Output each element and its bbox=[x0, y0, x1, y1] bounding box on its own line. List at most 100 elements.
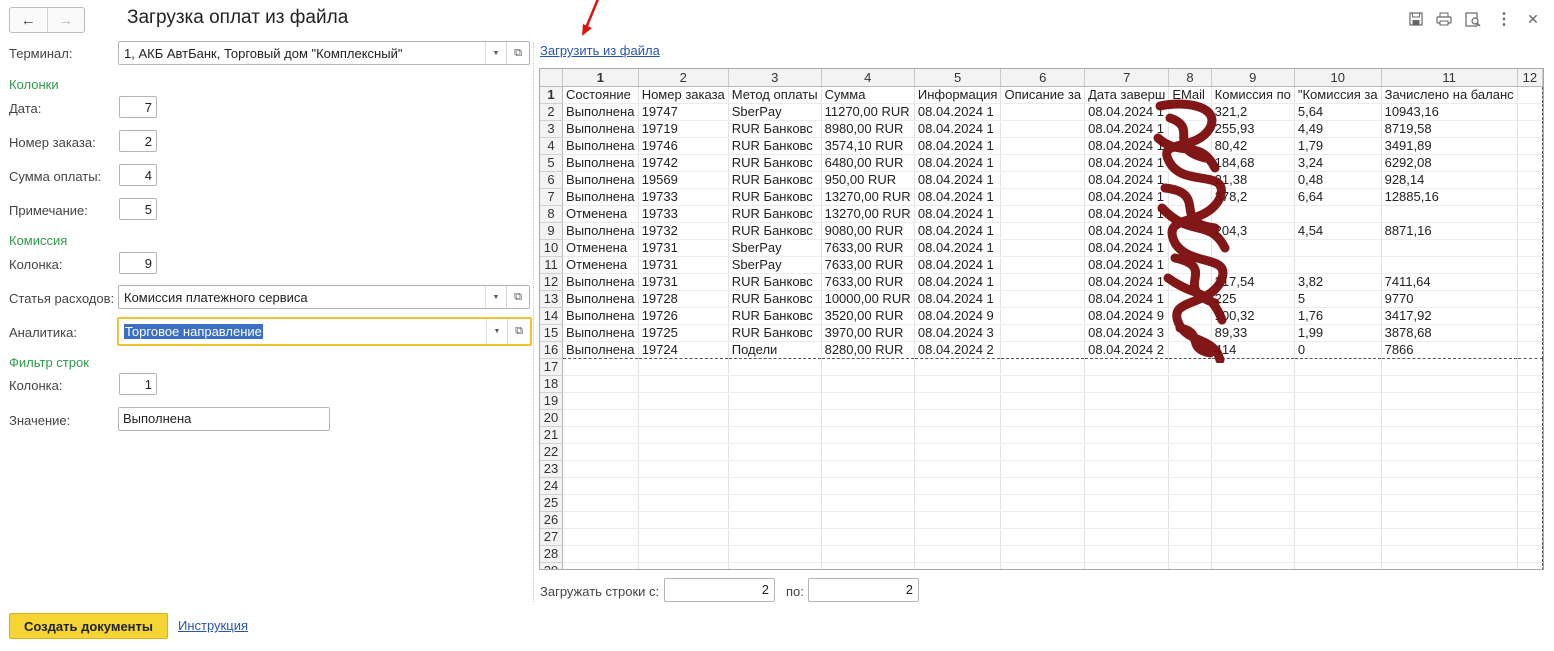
table-cell[interactable]: 08.04.2024 1 bbox=[914, 103, 1002, 121]
table-cell[interactable] bbox=[1517, 239, 1543, 257]
table-cell[interactable] bbox=[638, 358, 729, 376]
table-cell[interactable]: RUR Банковс bbox=[728, 171, 822, 189]
table-cell[interactable]: Отменена bbox=[562, 205, 639, 223]
table-cell[interactable]: "Комиссия за bbox=[1294, 86, 1382, 104]
table-cell[interactable] bbox=[1517, 137, 1543, 155]
table-cell[interactable] bbox=[1294, 562, 1382, 569]
table-cell[interactable] bbox=[1517, 443, 1543, 461]
table-cell[interactable]: Выполнена bbox=[562, 154, 639, 172]
row-number[interactable]: 2 bbox=[540, 103, 564, 121]
table-cell[interactable]: 928,14 bbox=[1381, 171, 1518, 189]
table-cell[interactable] bbox=[1517, 562, 1543, 569]
table-cell[interactable] bbox=[638, 460, 729, 478]
column-header[interactable]: 9 bbox=[1211, 69, 1295, 87]
note-column-input[interactable]: 5 bbox=[119, 198, 157, 220]
table-cell[interactable]: RUR Банковс bbox=[728, 120, 822, 138]
table-cell[interactable]: RUR Банковс bbox=[728, 137, 822, 155]
table-cell[interactable]: 0,48 bbox=[1294, 171, 1382, 189]
table-cell[interactable] bbox=[728, 545, 822, 563]
table-cell[interactable] bbox=[1517, 188, 1543, 206]
table-cell[interactable]: 1,76 bbox=[1294, 307, 1382, 325]
row-number[interactable]: 18 bbox=[540, 375, 564, 393]
table-cell[interactable]: Выполнена bbox=[562, 171, 639, 189]
table-cell[interactable] bbox=[1517, 205, 1543, 223]
load-rows-to-input[interactable]: 2 bbox=[808, 578, 919, 602]
table-cell[interactable] bbox=[1381, 358, 1518, 376]
table-cell[interactable] bbox=[1000, 341, 1086, 359]
table-cell[interactable] bbox=[914, 562, 1002, 569]
load-rows-from-input[interactable]: 2 bbox=[664, 578, 775, 602]
table-cell[interactable]: 6292,08 bbox=[1381, 154, 1518, 172]
table-cell[interactable]: 5,64 bbox=[1294, 103, 1382, 121]
table-cell[interactable] bbox=[1211, 409, 1295, 427]
table-cell[interactable] bbox=[1517, 273, 1543, 291]
table-cell[interactable]: SberPay bbox=[728, 103, 822, 121]
table-cell[interactable] bbox=[1294, 545, 1382, 563]
table-cell[interactable]: 4,54 bbox=[1294, 222, 1382, 240]
table-cell[interactable]: Выполнена bbox=[562, 188, 639, 206]
table-cell[interactable] bbox=[638, 443, 729, 461]
table-cell[interactable] bbox=[562, 443, 639, 461]
row-number[interactable]: 9 bbox=[540, 222, 564, 240]
table-cell[interactable] bbox=[1211, 545, 1295, 563]
table-cell[interactable] bbox=[728, 426, 822, 444]
table-cell[interactable] bbox=[1000, 358, 1086, 376]
table-cell[interactable] bbox=[1000, 511, 1086, 529]
table-cell[interactable]: SberPay bbox=[728, 256, 822, 274]
table-cell[interactable]: 19747 bbox=[638, 103, 729, 121]
table-cell[interactable] bbox=[1000, 324, 1086, 342]
table-cell[interactable]: 08.04.2024 1 bbox=[914, 154, 1002, 172]
table-cell[interactable]: 3,24 bbox=[1294, 154, 1382, 172]
table-cell[interactable] bbox=[821, 528, 915, 546]
table-cell[interactable]: 19725 bbox=[638, 324, 729, 342]
table-cell[interactable] bbox=[1517, 494, 1543, 512]
commission-column-input[interactable]: 9 bbox=[119, 252, 157, 274]
table-cell[interactable]: RUR Банковс bbox=[728, 307, 822, 325]
table-cell[interactable] bbox=[1000, 103, 1086, 121]
table-cell[interactable] bbox=[821, 562, 915, 569]
table-cell[interactable]: Выполнена bbox=[562, 273, 639, 291]
table-cell[interactable] bbox=[1517, 409, 1543, 427]
table-cell[interactable] bbox=[1211, 511, 1295, 529]
table-cell[interactable]: 8280,00 RUR bbox=[821, 341, 915, 359]
table-cell[interactable] bbox=[1084, 477, 1170, 495]
table-cell[interactable]: 13270,00 RUR bbox=[821, 205, 915, 223]
table-cell[interactable] bbox=[1381, 511, 1518, 529]
column-header[interactable]: 2 bbox=[638, 69, 729, 87]
table-cell[interactable] bbox=[1084, 375, 1170, 393]
table-cell[interactable] bbox=[1517, 120, 1543, 138]
row-number[interactable]: 3 bbox=[540, 120, 564, 138]
table-cell[interactable] bbox=[1211, 443, 1295, 461]
table-cell[interactable]: 10943,16 bbox=[1381, 103, 1518, 121]
table-cell[interactable]: 3574,10 RUR bbox=[821, 137, 915, 155]
table-cell[interactable] bbox=[728, 443, 822, 461]
table-cell[interactable] bbox=[914, 443, 1002, 461]
table-cell[interactable] bbox=[914, 460, 1002, 478]
column-header[interactable]: 3 bbox=[728, 69, 822, 87]
table-cell[interactable]: 11270,00 RUR bbox=[821, 103, 915, 121]
spreadsheet[interactable]: 1 2 3 4 5 6 7 8 9 10 11 12 1 Состояние Номер заказа Мет… bbox=[539, 68, 1544, 570]
table-cell[interactable] bbox=[1517, 477, 1543, 495]
instruction-link[interactable]: Инструкция bbox=[178, 618, 248, 633]
table-cell[interactable] bbox=[1211, 392, 1295, 410]
table-cell[interactable] bbox=[1381, 239, 1518, 257]
table-cell[interactable] bbox=[1084, 494, 1170, 512]
table-cell[interactable]: 19728 bbox=[638, 290, 729, 308]
table-cell[interactable] bbox=[1381, 205, 1518, 223]
row-number[interactable]: 17 bbox=[540, 358, 564, 376]
table-cell[interactable] bbox=[1168, 511, 1212, 529]
table-cell[interactable] bbox=[1381, 460, 1518, 478]
row-number[interactable]: 6 bbox=[540, 171, 564, 189]
table-cell[interactable] bbox=[914, 511, 1002, 529]
table-cell[interactable] bbox=[1517, 171, 1543, 189]
table-cell[interactable] bbox=[914, 545, 1002, 563]
table-cell[interactable]: 9080,00 RUR bbox=[821, 222, 915, 240]
table-cell[interactable] bbox=[638, 375, 729, 393]
table-cell[interactable]: 1,79 bbox=[1294, 137, 1382, 155]
row-number[interactable]: 16 bbox=[540, 341, 564, 359]
table-cell[interactable]: 3491,89 bbox=[1381, 137, 1518, 155]
table-cell[interactable] bbox=[1517, 528, 1543, 546]
row-number[interactable]: 22 bbox=[540, 443, 564, 461]
chevron-down-icon[interactable]: ▼ bbox=[485, 42, 506, 64]
column-header[interactable]: 5 bbox=[914, 69, 1002, 87]
